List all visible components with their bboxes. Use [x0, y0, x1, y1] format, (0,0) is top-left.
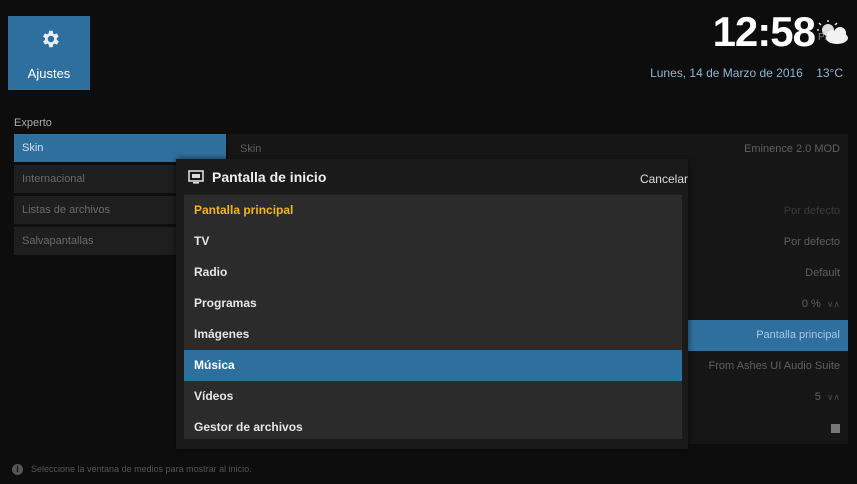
option-programas[interactable]: Programas — [184, 288, 682, 319]
setting-value: Default — [805, 267, 840, 279]
option-imagenes[interactable]: Imágenes — [184, 319, 682, 350]
partly-cloudy-icon — [817, 20, 848, 44]
clock-time: 12:58 — [712, 8, 816, 55]
option-radio[interactable]: Radio — [184, 257, 682, 288]
setting-value: From Ashes UI Audio Suite — [708, 360, 840, 372]
settings-tile[interactable]: Ajustes — [8, 16, 90, 90]
date-temp: Lunes, 14 de Marzo de 2016 13°C — [650, 66, 843, 80]
checkbox[interactable] — [831, 424, 840, 433]
setting-value: Por defecto — [783, 236, 840, 248]
option-pantalla-principal[interactable]: Pantalla principal — [184, 195, 682, 226]
spinner-arrows-icon[interactable]: ∨∧ — [827, 392, 840, 402]
date-text: Lunes, 14 de Marzo de 2016 — [650, 66, 803, 80]
dialog-title: Pantalla de inicio — [212, 169, 327, 185]
setting-value: Por defecto — [783, 205, 840, 217]
section-title: Experto — [14, 117, 52, 129]
setting-value: 0 % ∨∧ — [801, 298, 840, 310]
option-tv[interactable]: TV — [184, 226, 682, 257]
options-list: Pantalla principal TV Radio Programas Im… — [184, 195, 682, 439]
cancel-button[interactable]: Cancelar — [640, 172, 688, 186]
option-gestor-de-archivos[interactable]: Gestor de archivos — [184, 412, 682, 443]
setting-value: Pantalla principal — [756, 329, 840, 341]
tile-label: Ajustes — [27, 66, 71, 81]
select-dialog: Pantalla de inicio Cancelar Pantalla pri… — [176, 159, 688, 449]
footer-hint: i Seleccione la ventana de medios para mo… — [12, 464, 252, 476]
option-videos[interactable]: Vídeos — [184, 381, 682, 412]
spinner-arrows-icon[interactable]: ∨∧ — [827, 299, 840, 309]
setting-value: 5 ∨∧ — [814, 391, 840, 403]
footer-text: Seleccione la ventana de medios para mos… — [31, 464, 252, 474]
setting-value: Eminence 2.0 MOD — [744, 143, 840, 155]
option-musica[interactable]: Música — [184, 350, 682, 381]
gear-icon — [43, 30, 59, 48]
info-icon: i — [12, 464, 23, 476]
category-skin[interactable]: Skin — [14, 134, 226, 162]
temperature: 13°C — [816, 66, 843, 80]
monitor-icon — [188, 170, 204, 184]
